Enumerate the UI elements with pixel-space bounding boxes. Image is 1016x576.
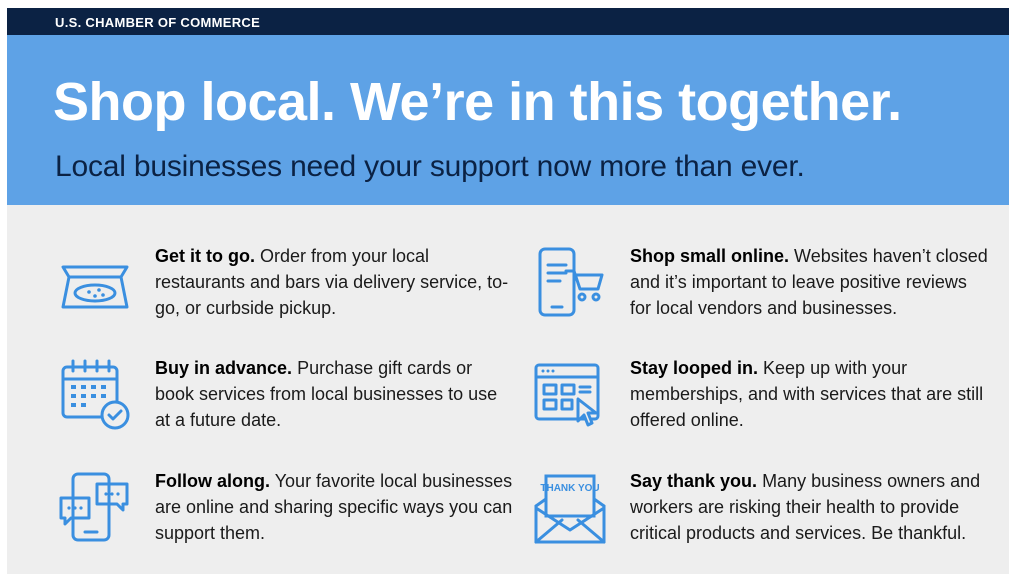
pizza-box-icon [55,243,135,323]
tip-get-it-to-go: Get it to go. Order from your local rest… [55,243,515,323]
organization-name: U.S. CHAMBER OF COMMERCE [55,15,261,30]
tip-text: Buy in advance. Purchase gift cards or b… [155,355,515,433]
tip-title: Say thank you. [630,471,758,491]
tip-follow-along: Follow along. Your favorite local busine… [55,468,515,548]
infographic: U.S. CHAMBER OF COMMERCE Shop local. We’… [7,8,1009,574]
thank-you-envelope-icon: THANK YOU [530,468,610,548]
tip-stay-looped-in: Stay looped in. Keep up with your member… [530,355,990,435]
tip-title: Buy in advance. [155,358,293,378]
tip-text: Get it to go. Order from your local rest… [155,243,515,321]
calendar-check-icon [55,355,135,435]
tip-text: Follow along. Your favorite local busine… [155,468,515,546]
hero-banner: Shop local. We’re in this together. Loca… [7,35,1009,205]
subheadline: Local businesses need your support now m… [55,150,805,183]
tip-text: Say thank you. Many business owners and … [630,468,990,546]
phone-cart-icon [530,243,610,323]
browser-cursor-icon [530,355,610,435]
tip-shop-small-online: Shop small online. Websites haven’t clos… [530,243,990,323]
tip-title: Stay looped in. [630,358,759,378]
tip-buy-in-advance: Buy in advance. Purchase gift cards or b… [55,355,515,435]
tip-title: Follow along. [155,471,270,491]
tip-title: Get it to go. [155,246,255,266]
tip-text: Shop small online. Websites haven’t clos… [630,243,990,321]
headline: Shop local. We’re in this together. [53,72,902,132]
tip-title: Shop small online. [630,246,790,266]
tip-text: Stay looped in. Keep up with your member… [630,355,990,433]
chat-phone-icon [55,468,135,548]
envelope-label: THANK YOU [540,483,599,494]
top-bar: U.S. CHAMBER OF COMMERCE [7,8,1009,35]
tip-say-thank-you: THANK YOU Say thank you. Many business o… [530,468,990,548]
